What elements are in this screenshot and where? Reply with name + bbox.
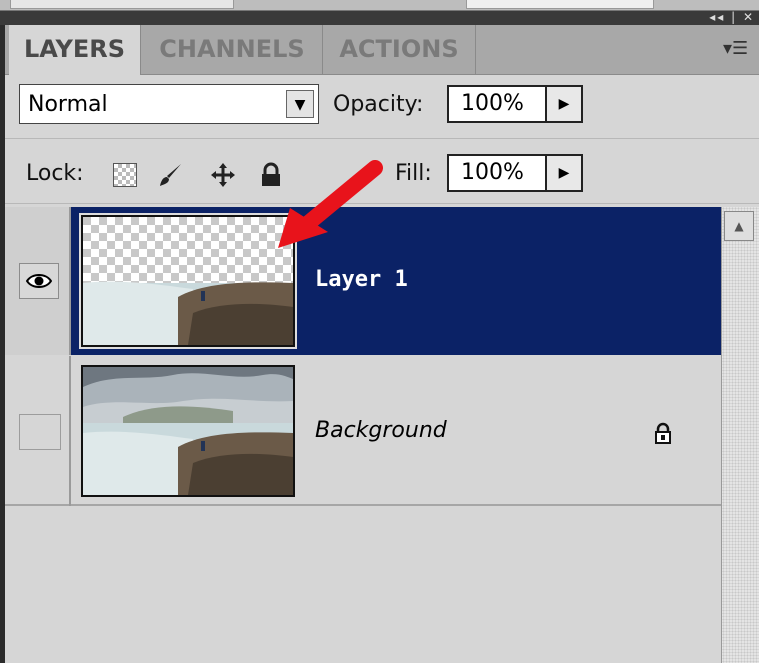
eye-icon[interactable] xyxy=(19,263,59,299)
layer-thumbnail[interactable] xyxy=(81,365,295,497)
layers-scrollbar[interactable]: ▲ xyxy=(721,207,759,663)
layer-thumbnail[interactable] xyxy=(79,213,297,349)
panel-menu-icon[interactable]: ▾☰ xyxy=(723,39,753,59)
lock-icon xyxy=(655,422,671,444)
visibility-cell xyxy=(5,207,71,355)
layer-row-background[interactable]: Background xyxy=(5,356,721,506)
opacity-input[interactable]: 100% xyxy=(447,85,547,123)
layers-list: Layer 1 Background xyxy=(5,207,721,663)
tab-layers[interactable]: LAYERS xyxy=(9,25,141,75)
window-title-area-right xyxy=(466,0,654,9)
visibility-cell xyxy=(5,356,71,506)
panel-tabs: LAYERS CHANNELS ACTIONS ▾☰ xyxy=(5,25,759,75)
tab-channels[interactable]: CHANNELS xyxy=(142,25,323,74)
lock-label: Lock: xyxy=(26,161,84,186)
window-top-strip xyxy=(0,0,759,11)
opacity-slider-button[interactable]: ▶ xyxy=(547,85,583,123)
move-icon[interactable] xyxy=(210,162,236,188)
fill-label: Fill: xyxy=(395,161,432,186)
fill-slider-button[interactable]: ▶ xyxy=(547,154,583,192)
brush-icon[interactable] xyxy=(157,162,183,188)
layer-name[interactable]: Layer 1 xyxy=(315,267,408,292)
window-title-area xyxy=(10,0,234,9)
opacity-label: Opacity: xyxy=(333,92,424,117)
annotation-arrow-icon xyxy=(278,160,383,248)
panel-window-controls[interactable]: ◂◂ | ✕ xyxy=(709,11,755,23)
tab-actions[interactable]: ACTIONS xyxy=(323,25,476,74)
visibility-toggle[interactable] xyxy=(19,414,61,450)
chevron-down-icon[interactable]: ▼ xyxy=(286,90,314,118)
lock-transparent-pixels-icon[interactable] xyxy=(113,163,137,187)
scroll-up-button[interactable]: ▲ xyxy=(724,211,754,241)
blend-mode-value: Normal xyxy=(28,92,108,117)
divider xyxy=(5,138,759,139)
panel-header-bar: ◂◂ | ✕ xyxy=(0,11,759,25)
fill-input[interactable]: 100% xyxy=(447,154,547,192)
blend-mode-select[interactable]: Normal ▼ xyxy=(19,84,319,124)
layer-name[interactable]: Background xyxy=(315,418,447,443)
